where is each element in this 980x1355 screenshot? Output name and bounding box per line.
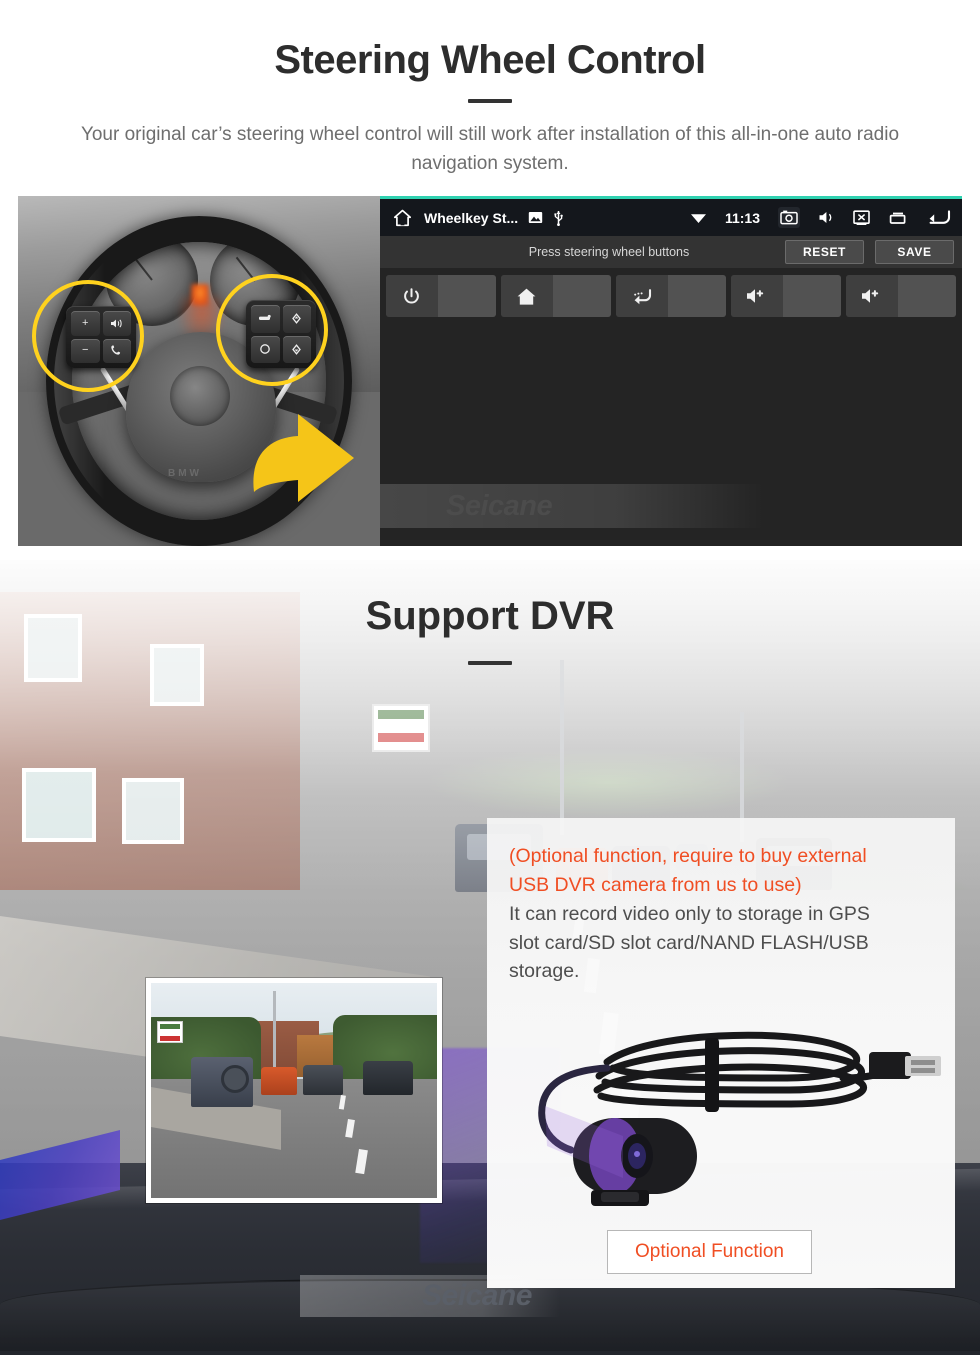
wheelkey-value-back (667, 275, 726, 317)
back-arrow-icon[interactable] (925, 209, 951, 226)
steering-wheel-photo: BMW + − (18, 196, 380, 546)
dvr-title: Support DVR (365, 594, 615, 638)
steering-wheel-media-band: BMW + − Wheelkey St... 11:13 Press steer… (18, 196, 962, 546)
back-icon (616, 275, 668, 317)
instruction-text: Press steering wheel buttons (528, 245, 690, 259)
dvr-watermark: Seicane (300, 1275, 560, 1317)
save-button[interactable]: SAVE (875, 240, 954, 264)
yellow-arrow-icon (253, 414, 354, 502)
dvr-detail-line-1: It can record video only to storage in G… (509, 902, 870, 925)
screenshot-camera-icon[interactable] (778, 207, 800, 228)
volume-up-icon (731, 275, 783, 317)
wheelkey-slot-volume-up-2[interactable] (846, 275, 956, 317)
optional-function-button[interactable]: Optional Function (607, 1230, 812, 1274)
dvr-detail-line-3: storage. (509, 960, 580, 983)
reset-button[interactable]: RESET (785, 240, 864, 264)
home-icon[interactable] (393, 209, 412, 227)
preview-suv (191, 1057, 253, 1107)
wheelkey-assignment-row (380, 268, 962, 317)
wheelkey-value-volume-up-2 (897, 275, 956, 317)
wheel-badge-text: BMW (168, 468, 202, 479)
dvr-optional-line-2: USB DVR camera from us to use) (509, 873, 802, 896)
section-subtitle: Your original car’s steering wheel contr… (80, 124, 900, 175)
dvr-title-divider (468, 661, 512, 665)
dvr-info-card: (Optional function, require to buy exter… (487, 818, 955, 1288)
steering-wheel-emblem (170, 366, 230, 426)
wheelkey-slot-power[interactable] (386, 275, 496, 317)
usb-dvr-camera-image (538, 1031, 941, 1206)
watermark-text: Seicane (422, 1279, 532, 1312)
wheelkey-slot-back[interactable] (616, 275, 726, 317)
wifi-icon (690, 211, 707, 224)
usb-icon (553, 210, 564, 226)
head-unit-screen: Wheelkey St... 11:13 Press steering whee… (380, 196, 962, 546)
android-status-bar: Wheelkey St... 11:13 (380, 199, 962, 236)
speaker-mute-icon[interactable] (818, 210, 835, 225)
dvr-video-preview (146, 978, 442, 1203)
app-title: Wheelkey St... (424, 209, 519, 226)
highlight-circle-right (216, 274, 328, 386)
wheelkey-value-power (437, 275, 496, 317)
recents-icon[interactable] (888, 211, 907, 224)
dvr-detail-line-2: slot card/SD slot card/NAND FLASH/USB (509, 931, 869, 954)
page-title: Steering Wheel Control (274, 38, 706, 82)
image-icon (528, 211, 543, 224)
highlight-circle-left (32, 280, 144, 392)
home-icon (501, 275, 553, 317)
wheelkey-slot-volume-up-1[interactable] (731, 275, 841, 317)
usb-connector (869, 1052, 941, 1079)
power-icon (386, 275, 438, 317)
wheelkey-slot-home[interactable] (501, 275, 611, 317)
preview-black-car (363, 1061, 413, 1095)
wheelkey-value-home (552, 275, 611, 317)
support-dvr-section: Support DVR (Optional function, require … (0, 560, 980, 1355)
preview-lamp-post (273, 991, 276, 1077)
watermark-text: Seicane (446, 489, 553, 522)
title-divider (468, 99, 512, 103)
product-detail-page: Steering Wheel Control Your original car… (0, 0, 980, 1355)
head-unit-watermark: Seicane (380, 484, 765, 528)
preview-dark-car (303, 1065, 343, 1095)
volume-up-icon (846, 275, 898, 317)
preview-red-car (261, 1067, 297, 1095)
steering-wheel-control-section: Steering Wheel Control Your original car… (0, 0, 980, 560)
dvr-info-text: (Optional function, require to buy exter… (509, 842, 939, 986)
screen-off-icon[interactable] (853, 209, 870, 226)
wheelkey-action-bar: Press steering wheel buttons RESET SAVE (380, 236, 962, 268)
status-clock: 11:13 (724, 209, 760, 226)
preview-for-sale-sign (157, 1021, 183, 1043)
wheelkey-value-volume-up-1 (782, 275, 841, 317)
dvr-optional-line-1: (Optional function, require to buy exter… (509, 845, 867, 867)
